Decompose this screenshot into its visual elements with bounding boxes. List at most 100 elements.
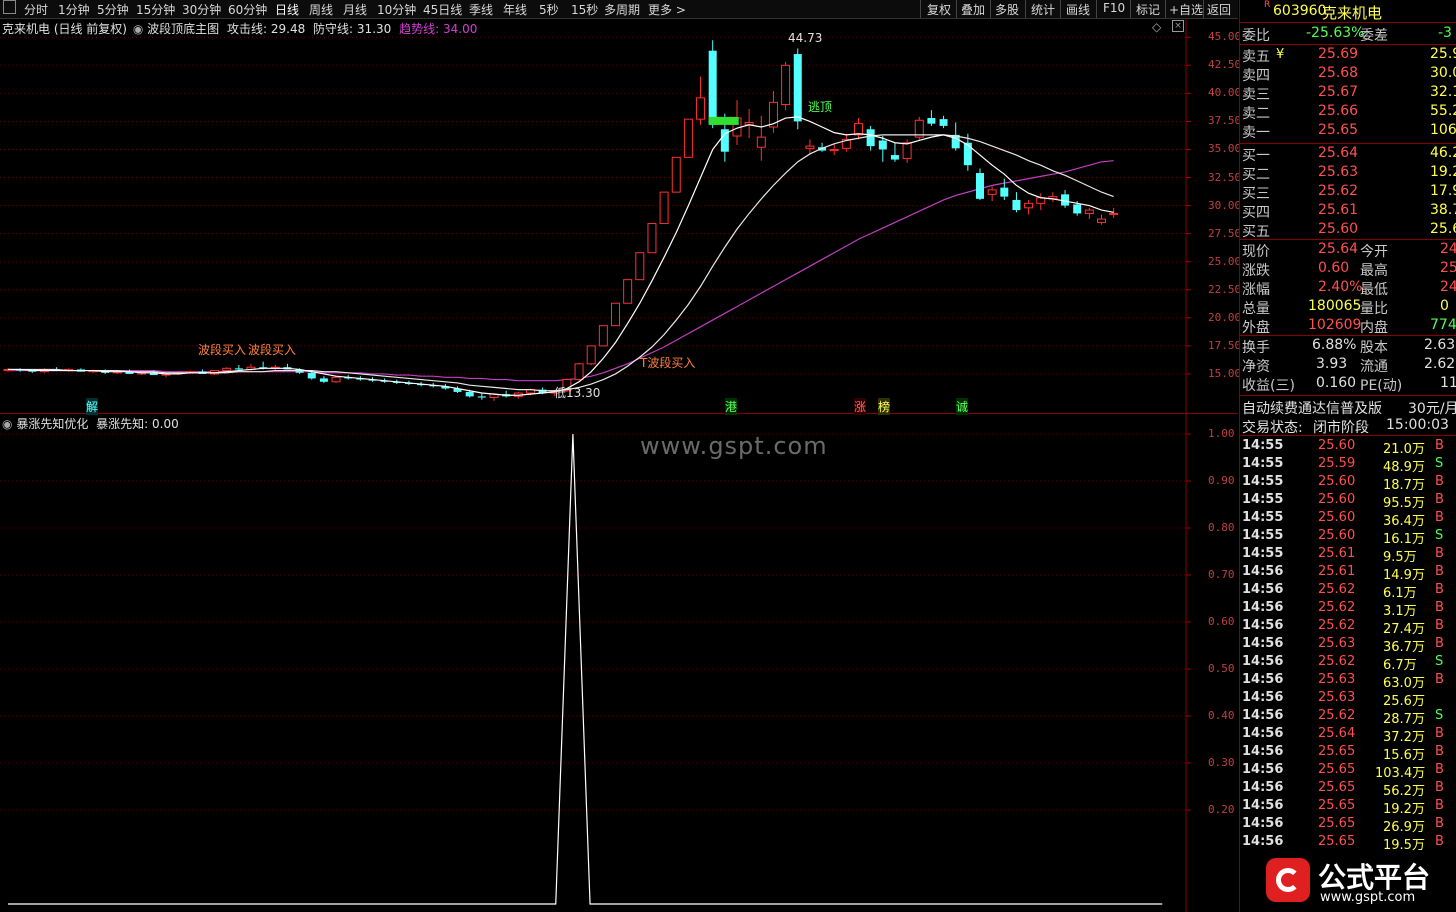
bid-volume: 17.9: [1430, 183, 1456, 199]
period-yearly[interactable]: 年线: [503, 1, 527, 18]
candle-body: [222, 367, 232, 372]
stat2-row: 净资 3.93 流通 2.62: [1240, 355, 1456, 375]
event-marker-limit-up[interactable]: 涨: [854, 398, 867, 415]
tick-price: 25.62: [1318, 618, 1356, 633]
bid-row[interactable]: 买二 25.63 19.2: [1240, 163, 1456, 183]
watermark-text: www.gspt.com: [640, 432, 828, 460]
stat2-value: 0.160: [1316, 375, 1357, 391]
period-5sec[interactable]: 5秒: [539, 1, 559, 18]
bid-price: 25.61: [1318, 202, 1359, 218]
ask-row[interactable]: 卖二 25.66 55.2: [1240, 102, 1456, 122]
ask-label: 卖五: [1242, 49, 1270, 65]
event-marker-hk[interactable]: 港: [725, 398, 738, 415]
statistics-button[interactable]: 统计: [1031, 1, 1055, 18]
ask-row[interactable]: 卖五 25.69 25.9: [1240, 45, 1456, 65]
bid-row[interactable]: 买五 25.60 25.6: [1240, 220, 1456, 240]
period-1min[interactable]: 1分钟: [58, 1, 90, 18]
candle-body: [1084, 209, 1094, 214]
brand-g-icon: [1266, 858, 1310, 902]
tick-time: 14:56: [1242, 798, 1284, 813]
candle-body: [1097, 218, 1106, 223]
candle-body: [866, 129, 875, 147]
restore-rights-button[interactable]: 复权: [927, 1, 951, 18]
stat-value: 102609: [1308, 317, 1362, 333]
period-30min[interactable]: 30分钟: [182, 1, 221, 18]
attack-line: [8, 116, 1114, 396]
period-45day[interactable]: 45日线: [423, 1, 462, 18]
grid-icon[interactable]: [3, 0, 16, 14]
trend-line: [8, 160, 1114, 382]
tick-row: 14:56 25.62 27.4万 B: [1240, 617, 1456, 637]
candle-body: [574, 363, 584, 381]
promo-price: 30元/月: [1408, 401, 1456, 417]
period-quarterly[interactable]: 季线: [469, 1, 493, 18]
tick-price: 25.62: [1318, 600, 1356, 615]
period-daily[interactable]: 日线: [275, 1, 299, 18]
ask-price: 25.65: [1318, 122, 1359, 138]
tick-price: 25.63: [1318, 690, 1356, 705]
low-label: 低13.30: [554, 386, 601, 400]
bid-row[interactable]: 买三 25.62 17.9: [1240, 182, 1456, 202]
period-weekly[interactable]: 周线: [309, 1, 333, 18]
event-marker-unlock[interactable]: 解: [86, 398, 99, 415]
tick-side: B: [1435, 600, 1444, 615]
bid-price: 25.60: [1318, 221, 1359, 237]
escape-top-label: 逃顶: [808, 100, 833, 114]
overlay-button[interactable]: 叠加: [961, 1, 985, 18]
indicator-axis-label: 1.00: [1208, 427, 1235, 440]
weicha-value: -3: [1438, 25, 1452, 41]
tick-side: S: [1435, 456, 1444, 471]
brand-url: www.gspt.com: [1320, 890, 1416, 905]
event-marker-integrity[interactable]: 诚: [956, 398, 969, 415]
period-10min[interactable]: 10分钟: [377, 1, 416, 18]
promo-row[interactable]: 自动续费通达信普及版 30元/月: [1240, 397, 1456, 417]
bid-price: 25.63: [1318, 164, 1359, 180]
candle-body: [635, 252, 645, 281]
price-axis-label: 27.50: [1208, 226, 1242, 240]
period-multi[interactable]: 多周期: [604, 1, 640, 18]
stock-header: R 603960 克来机电: [1240, 0, 1456, 23]
stat2-value: 6.88%: [1312, 337, 1357, 353]
period-15sec[interactable]: 15秒: [571, 1, 598, 18]
tick-row: 14:56 25.62 28.7万 S: [1240, 707, 1456, 727]
stat2-label-2: 流通: [1360, 359, 1388, 375]
mark-button[interactable]: 标记: [1136, 1, 1160, 18]
tick-row: 14:56 25.64 37.2万 B: [1240, 725, 1456, 745]
tick-side: B: [1435, 780, 1444, 795]
tick-price: 25.60: [1318, 438, 1356, 453]
tick-side: S: [1435, 708, 1444, 723]
candle-body: [659, 191, 669, 225]
ask-price: 25.67: [1318, 84, 1359, 100]
price-axis-label: 30.00: [1208, 198, 1242, 212]
tick-time: 14:56: [1242, 600, 1284, 615]
period-intraday[interactable]: 分时: [24, 1, 48, 18]
period-5min[interactable]: 5分钟: [97, 1, 129, 18]
ask-row[interactable]: 卖四 25.68 30.0: [1240, 64, 1456, 84]
add-watchlist-button[interactable]: +自选: [1169, 1, 1203, 18]
ask-row[interactable]: 卖三 25.67 32.1: [1240, 83, 1456, 103]
back-button[interactable]: 返回: [1207, 1, 1231, 18]
draw-line-button[interactable]: 画线: [1066, 1, 1090, 18]
stat2-label: 换手: [1242, 340, 1270, 356]
period-15min[interactable]: 15分钟: [136, 1, 175, 18]
peak-label: 44.73: [788, 31, 823, 45]
bid-row[interactable]: 买四 25.61 38.7: [1240, 201, 1456, 221]
candle-body: [963, 142, 972, 166]
period-more[interactable]: 更多 >: [648, 1, 686, 18]
tick-side: B: [1435, 582, 1444, 597]
period-60min[interactable]: 60分钟: [228, 1, 267, 18]
period-monthly[interactable]: 月线: [343, 1, 367, 18]
bid-row[interactable]: 买一 25.64 46.2: [1240, 144, 1456, 164]
candle-body: [683, 118, 693, 158]
stat-label: 涨幅: [1242, 282, 1270, 298]
f10-button[interactable]: F10: [1103, 1, 1125, 15]
ask-row[interactable]: 卖一 25.65 106.4: [1240, 121, 1456, 141]
event-marker-list[interactable]: 榜: [878, 398, 891, 415]
tick-row: 14:55 25.59 48.9万 S: [1240, 455, 1456, 475]
stat2-row: 收益(三) 0.160 PE(动) 11: [1240, 374, 1456, 394]
multi-stock-button[interactable]: 多股: [995, 1, 1019, 18]
candle-body: [1000, 187, 1009, 197]
candle-body: [1109, 212, 1119, 216]
brand-logo: 公式平台 www.gspt.com: [1258, 852, 1456, 912]
candle-body: [586, 345, 596, 365]
